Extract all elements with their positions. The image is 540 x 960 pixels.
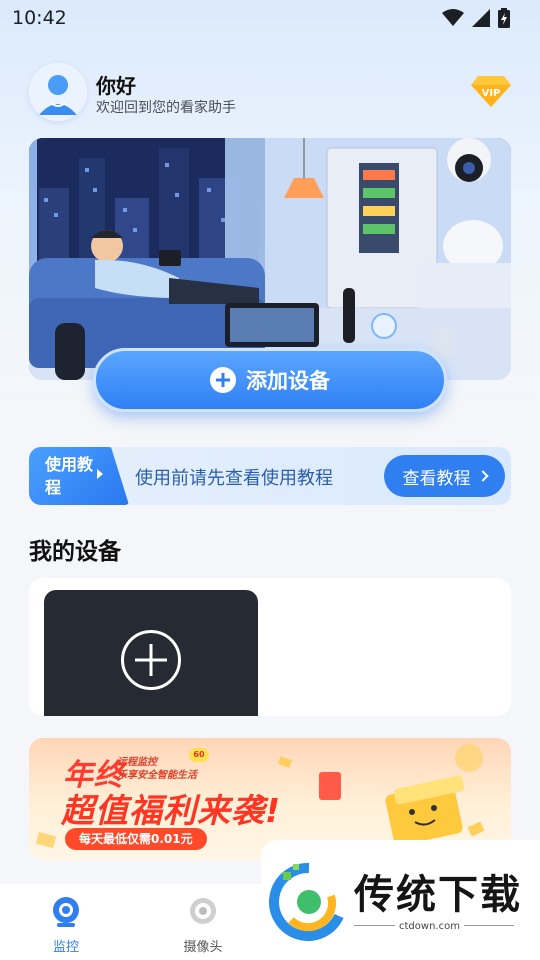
vip-diamond-icon: VIP bbox=[471, 76, 511, 107]
signal-icon bbox=[472, 9, 490, 27]
promo-badge: 60 bbox=[189, 748, 209, 762]
hero-banner bbox=[29, 138, 511, 380]
avatar[interactable] bbox=[29, 63, 87, 121]
greeting-title: 你好 bbox=[96, 74, 136, 98]
nav-item-camera[interactable]: 摄像头 bbox=[163, 896, 243, 955]
nav-item-monitor[interactable]: 监控 bbox=[26, 896, 106, 955]
smart-home-illustration bbox=[29, 138, 511, 380]
vip-label: VIP bbox=[482, 88, 501, 99]
watermark-brand: 传统下载 bbox=[354, 872, 522, 918]
view-tutorial-button[interactable]: 查看教程 bbox=[384, 455, 505, 497]
camera-round-icon bbox=[53, 897, 79, 927]
status-bar: 10:42 bbox=[0, 0, 540, 36]
nav-label-monitor: 监控 bbox=[52, 940, 79, 955]
vip-badge[interactable]: VIP bbox=[470, 74, 512, 108]
tutorial-tag-label: 使用教程 bbox=[45, 455, 94, 497]
tutorial-banner: 使用教程 使用前请先查看使用教程 查看教程 bbox=[29, 447, 511, 505]
promo-title-line2: 超值福利来袭! bbox=[61, 791, 282, 830]
add-device-button[interactable]: 添加设备 bbox=[93, 348, 447, 412]
status-icons bbox=[442, 8, 510, 28]
watermark-url: ctdown.com bbox=[395, 921, 464, 932]
devices-card bbox=[29, 578, 511, 716]
watermark-logo bbox=[269, 862, 344, 941]
status-time: 10:42 bbox=[12, 7, 67, 29]
play-arrow-icon bbox=[97, 469, 103, 479]
add-device-tile[interactable] bbox=[44, 590, 258, 716]
wifi-icon bbox=[442, 9, 464, 26]
add-device-label: 添加设备 bbox=[246, 369, 330, 393]
chevron-right-icon bbox=[476, 470, 489, 482]
tutorial-text: 使用前请先查看使用教程 bbox=[135, 468, 333, 489]
promo-subtitle-line2: 乐享安全智能生活 bbox=[117, 770, 197, 781]
add-circle-icon bbox=[121, 630, 181, 690]
nav-label-camera: 摄像头 bbox=[183, 940, 223, 955]
plus-icon bbox=[210, 367, 236, 393]
promo-price-pill: 每天最低仅需0.01元 bbox=[65, 828, 207, 850]
lens-icon bbox=[190, 898, 216, 924]
view-tutorial-label: 查看教程 bbox=[402, 468, 471, 489]
user-avatar-icon bbox=[29, 63, 87, 121]
greeting-subtitle: 欢迎回到您的看家助手 bbox=[96, 100, 236, 116]
watermark: 传统下载 ctdown.com bbox=[261, 840, 540, 960]
my-devices-title: 我的设备 bbox=[29, 539, 121, 565]
battery-icon bbox=[498, 8, 510, 28]
